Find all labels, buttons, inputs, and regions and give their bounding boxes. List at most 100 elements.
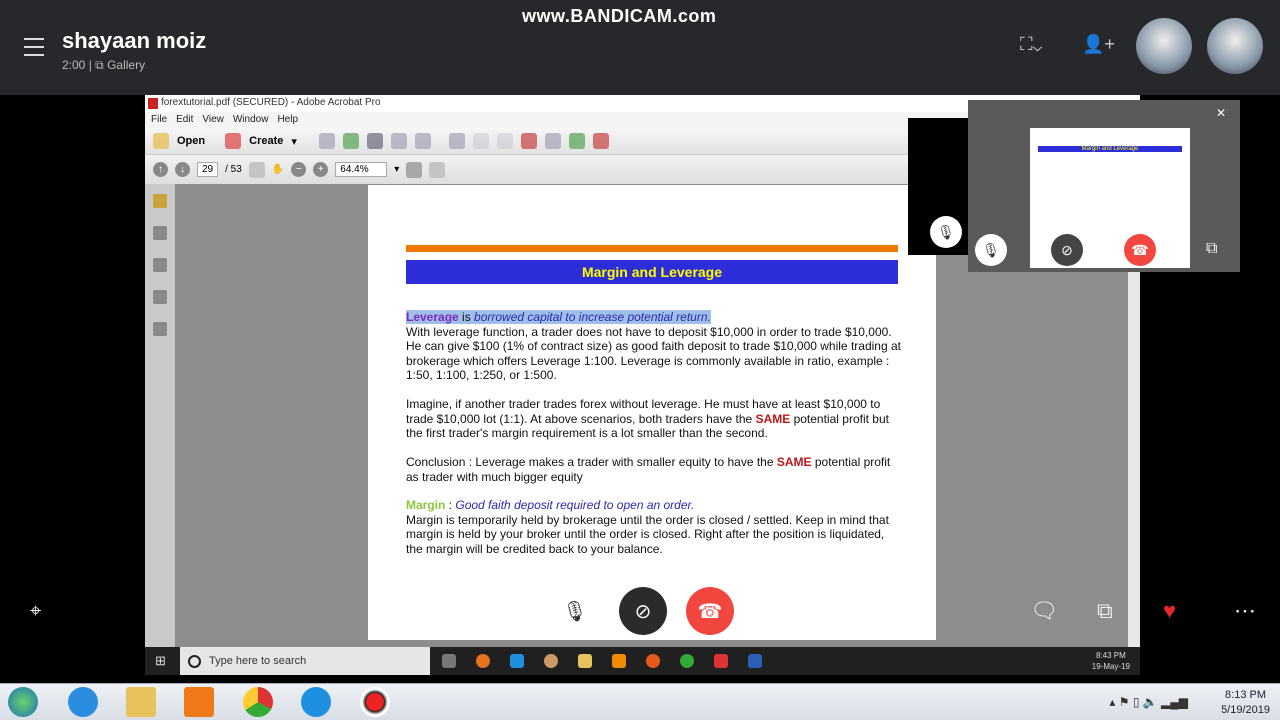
chrome-icon[interactable]	[243, 687, 273, 717]
print-icon[interactable]	[366, 133, 383, 149]
call-status: 2:00 | ⧉ Gallery	[62, 58, 145, 73]
prev-page-icon[interactable]: ↑	[153, 162, 168, 177]
windows-start-icon[interactable]	[8, 687, 38, 717]
system-tray-icons[interactable]: ▴ ⚑ ▯ 🔈 ▂▄▆	[1109, 695, 1188, 709]
date: 5/19/2019	[1221, 704, 1270, 716]
chrome-icon[interactable]	[680, 654, 694, 668]
menu-view[interactable]: View	[202, 114, 224, 126]
zoom-select[interactable]: 64.4%	[335, 162, 388, 177]
hand-tool-icon[interactable]: ✋	[272, 164, 284, 175]
menu-help[interactable]: Help	[277, 114, 298, 126]
inner-clock[interactable]: 8:43 PM 19-May-19	[1092, 647, 1130, 672]
avatar[interactable]	[1207, 18, 1263, 74]
recorder-watermark: www.BANDICAM.com	[522, 6, 717, 26]
firefox-icon[interactable]	[646, 654, 660, 668]
stamp-icon[interactable]	[496, 133, 513, 149]
comment-icon[interactable]	[472, 133, 489, 149]
menu-edit[interactable]: Edit	[176, 114, 193, 126]
avatar[interactable]	[1136, 18, 1192, 74]
zoom-in-icon[interactable]: +	[313, 162, 329, 177]
microphone-button[interactable]: 🎙	[551, 587, 599, 635]
zoom-out-icon[interactable]: −	[291, 162, 307, 177]
heart-icon[interactable]: ♥	[1163, 598, 1176, 624]
lock-icon[interactable]	[153, 194, 167, 208]
switch-camera-icon[interactable]: ⧉	[1097, 598, 1113, 624]
internet-explorer-icon[interactable]	[68, 687, 98, 717]
app-icon[interactable]	[476, 654, 490, 668]
vlc-icon[interactable]	[612, 654, 626, 668]
microphone-icon[interactable]: 🎙	[975, 234, 1007, 266]
save-icon[interactable]	[318, 133, 335, 149]
upload-icon[interactable]	[342, 133, 359, 149]
pdf-page: Margin and Leverage Leverage is borrowed…	[368, 185, 936, 640]
windows-start-icon[interactable]: ⊞	[155, 653, 166, 669]
task-view-icon[interactable]	[442, 654, 456, 668]
hangup-button[interactable]: ☎	[686, 587, 734, 635]
skype-icon[interactable]	[510, 654, 524, 668]
email-icon[interactable]	[414, 133, 431, 149]
time: 8:13 PM	[1225, 689, 1267, 701]
bandicam-icon[interactable]	[360, 687, 390, 717]
fit-width-icon[interactable]	[406, 161, 423, 178]
create-pdf-icon	[225, 133, 242, 149]
switch-view-icon[interactable]: ⧉	[1206, 240, 1217, 258]
file-explorer-icon[interactable]	[578, 654, 592, 668]
page-number-input[interactable]: 29	[197, 162, 219, 177]
video-off-button[interactable]: ⊘	[619, 587, 667, 635]
file-explorer-icon[interactable]	[126, 687, 156, 717]
close-icon[interactable]: ✕	[1216, 106, 1226, 120]
export-icon[interactable]	[568, 133, 585, 149]
view-mode[interactable]: Gallery	[107, 58, 145, 72]
gear-icon[interactable]	[448, 133, 465, 149]
outer-taskbar: ▴ ⚑ ▯ 🔈 ▂▄▆ 8:13 PM 5/19/2019	[0, 683, 1280, 720]
add-person-icon[interactable]: 👤+	[1082, 34, 1115, 55]
caller-name: shayaan moiz	[62, 28, 207, 53]
inner-taskbar: ⊞ Type here to search 8:43 PM 19-May-19	[145, 647, 1140, 675]
select-tool-icon[interactable]	[248, 161, 265, 178]
pages-icon[interactable]	[153, 226, 167, 240]
form-icon[interactable]	[592, 133, 609, 149]
media-player-icon[interactable]	[184, 687, 214, 717]
chat-icon[interactable]: 🗨	[1030, 598, 1058, 624]
menu-icon[interactable]	[24, 38, 44, 56]
taskbar-search[interactable]: Type here to search	[180, 647, 430, 675]
separator: |	[88, 58, 92, 72]
bookmark-icon[interactable]	[153, 258, 167, 272]
attachment-icon[interactable]	[153, 290, 167, 304]
app-icon[interactable]	[544, 654, 558, 668]
text: :	[445, 498, 456, 512]
open-button[interactable]: Open	[177, 135, 205, 147]
microphone-icon[interactable]: 🎙	[930, 216, 962, 248]
search-placeholder: Type here to search	[209, 655, 307, 667]
fit-page-icon[interactable]	[429, 161, 446, 178]
edit-icon[interactable]	[390, 133, 407, 149]
outer-clock[interactable]: 8:13 PM 5/19/2019	[1221, 688, 1270, 718]
margin-definition: Good faith deposit required to open an o…	[455, 498, 695, 512]
sign-icon[interactable]	[544, 133, 561, 149]
secure-icon[interactable]	[520, 133, 537, 149]
word-icon[interactable]	[748, 654, 762, 668]
self-preview[interactable]: Margin and Leverage 🎙 ⊘ ☎ ⧉ ✕	[968, 100, 1240, 272]
more-icon[interactable]: ⋯	[1234, 598, 1256, 624]
margin-paragraph: Margin : Good faith deposit required to …	[406, 498, 901, 556]
menu-file[interactable]: File	[151, 114, 167, 126]
create-button[interactable]: Create	[249, 135, 283, 147]
signature-icon[interactable]	[153, 322, 167, 336]
dropdown-arrow-icon[interactable]: ▾	[394, 164, 399, 175]
snapshot-icon[interactable]: ⌖	[30, 600, 41, 623]
video-off-icon[interactable]: ⊘	[1051, 234, 1083, 266]
cortana-icon	[188, 654, 201, 668]
emphasis: SAME	[755, 411, 791, 426]
skype-icon[interactable]	[301, 687, 331, 717]
text: Conclusion : Leverage makes a trader wit…	[406, 455, 777, 469]
acrobat-icon[interactable]	[714, 654, 728, 668]
screen-share-icon[interactable]: ⛶⌄	[1020, 34, 1042, 55]
page-total: / 53	[225, 164, 242, 175]
hangup-icon[interactable]: ☎	[1124, 234, 1156, 266]
call-duration: 2:00	[62, 58, 86, 72]
menu-window[interactable]: Window	[233, 114, 269, 126]
gallery-icon: ⧉	[95, 58, 104, 72]
dropdown-arrow-icon[interactable]: ▾	[291, 135, 297, 148]
next-page-icon[interactable]: ↓	[175, 162, 190, 177]
participant-tile[interactable]: 🎙	[908, 118, 968, 255]
